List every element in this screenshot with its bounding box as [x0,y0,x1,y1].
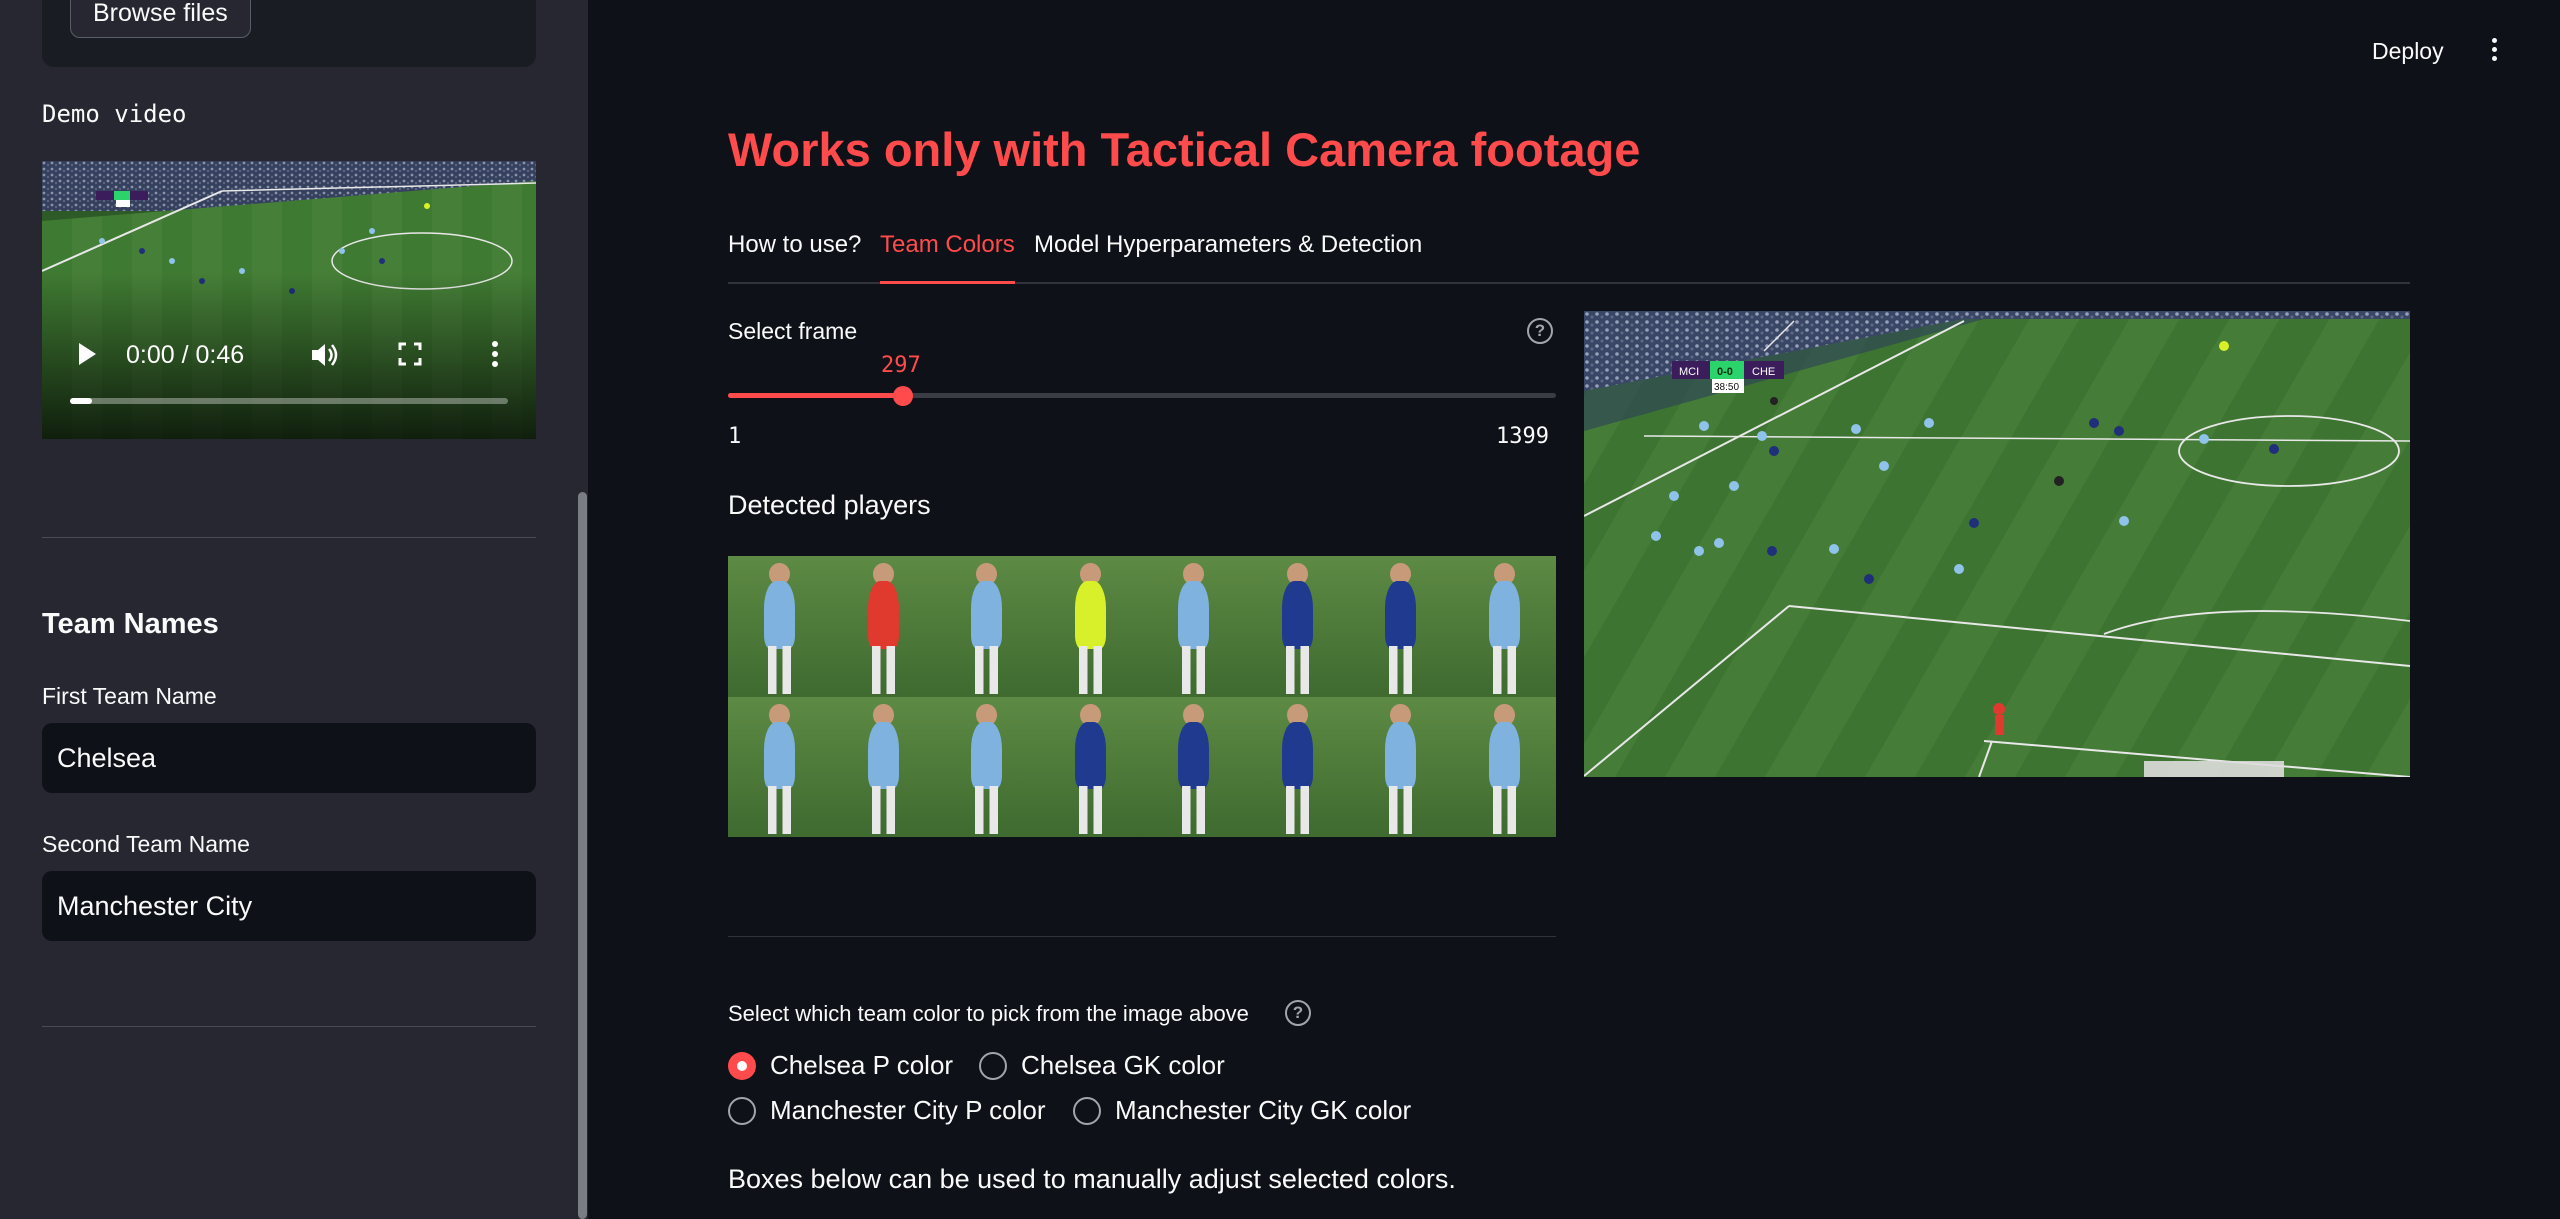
frame-score-clock: 38:50 [1714,382,1739,393]
detected-player-crop [935,696,1039,837]
help-icon[interactable]: ? [1527,318,1553,344]
detected-player-crop [728,696,832,837]
video-progress-fill [70,398,92,404]
page-title: Works only with Tactical Camera footage [728,123,1641,176]
radio-option-label: Manchester City GK color [1115,1095,1412,1125]
detected-player-crop [1245,556,1349,697]
detected-player-crop [1245,696,1349,837]
frame-slider-track[interactable] [728,393,1556,398]
radio-selected-indicator [728,1051,756,1080]
frame-score-home: MCI [1679,366,1699,378]
video-time: 0:00 / 0:46 [126,341,245,369]
radio-manchester-city-p-color[interactable]: Manchester City P color [728,1095,1046,1126]
demo-video-label: Demo video [42,100,187,128]
tab-model-hyperparameters[interactable]: Model Hyperparameters & Detection [1034,228,1422,284]
detected-players-image[interactable] [728,556,1556,837]
second-team-label: Second Team Name [42,831,250,857]
detected-player-crop [1349,556,1453,697]
manual-adjust-note: Boxes below can be used to manually adju… [728,1164,1456,1194]
radio-option-label: Chelsea P color [770,1050,954,1080]
sidebar-divider-bottom [42,1026,536,1027]
sidebar: Browse files Demo video 0:00 / 0:46 Team… [0,0,588,1219]
pitch-frame: MCI 0-0 CHE 38:50 [1584,311,2410,777]
detected-player-crop [1142,556,1246,697]
first-team-input[interactable] [42,723,536,793]
main-menu-icon[interactable] [2484,38,2504,68]
tab-how-to-use[interactable]: How to use? [728,228,861,284]
radio-chelsea-gk-color[interactable]: Chelsea GK color [979,1050,1225,1081]
radio-help-icon[interactable]: ? [1285,1000,1311,1026]
radio-chelsea-p-color[interactable]: Chelsea P color [728,1050,953,1081]
tab-team-colors[interactable]: Team Colors [880,228,1015,284]
radio-unselected-indicator [728,1096,756,1125]
frame-score-away: CHE [1752,366,1775,378]
tab-bar: How to use? Team Colors Model Hyperparam… [728,228,2410,284]
radio-manchester-city-gk-color[interactable]: Manchester City GK color [1073,1095,1411,1126]
frame-slider-thumb[interactable] [893,386,914,406]
frame-slider-label: Select frame [728,318,858,344]
frame-image[interactable]: MCI 0-0 CHE 38:50 [1584,311,2410,777]
detected-player-crop [1142,696,1246,837]
detected-player-crop [728,556,832,697]
detected-player-crop [831,556,935,697]
detected-player-crop [1349,696,1453,837]
detected-player-crop [1452,696,1556,837]
more-options-icon[interactable] [491,341,499,374]
detected-player-crop [935,556,1039,697]
radio-unselected-indicator [1073,1096,1101,1125]
detected-player-crop [831,696,935,837]
detected-player-crop [1452,556,1556,697]
detected-player-crop [1038,556,1142,697]
detected-player-crop [1038,696,1142,837]
team-color-radio-label: Select which team color to pick from the… [728,1001,1249,1026]
video-progress-bar[interactable] [70,398,508,404]
volume-icon[interactable] [310,341,340,376]
demo-video-player[interactable]: 0:00 / 0:46 [42,161,536,439]
main-divider [728,936,1556,937]
detected-players-heading: Detected players [728,490,931,520]
frame-slider-fill [728,393,904,398]
second-team-input[interactable] [42,871,536,941]
radio-unselected-indicator [979,1051,1007,1080]
deploy-button[interactable]: Deploy [2372,38,2444,65]
team-names-heading: Team Names [42,608,219,640]
play-icon[interactable] [76,341,98,374]
fullscreen-icon[interactable] [398,342,422,373]
browse-files-button[interactable]: Browse files [70,0,251,38]
sidebar-divider [42,537,536,538]
radio-option-label: Manchester City P color [770,1095,1046,1125]
frame-slider-min: 1 [728,424,742,449]
radio-option-label: Chelsea GK color [1021,1050,1225,1080]
first-team-label: First Team Name [42,683,217,709]
frame-slider-max: 1399 [1496,424,1549,449]
frame-slider-value: 297 [881,353,921,378]
frame-score-value: 0-0 [1717,366,1733,378]
sidebar-scrollbar-thumb[interactable] [578,492,587,1219]
